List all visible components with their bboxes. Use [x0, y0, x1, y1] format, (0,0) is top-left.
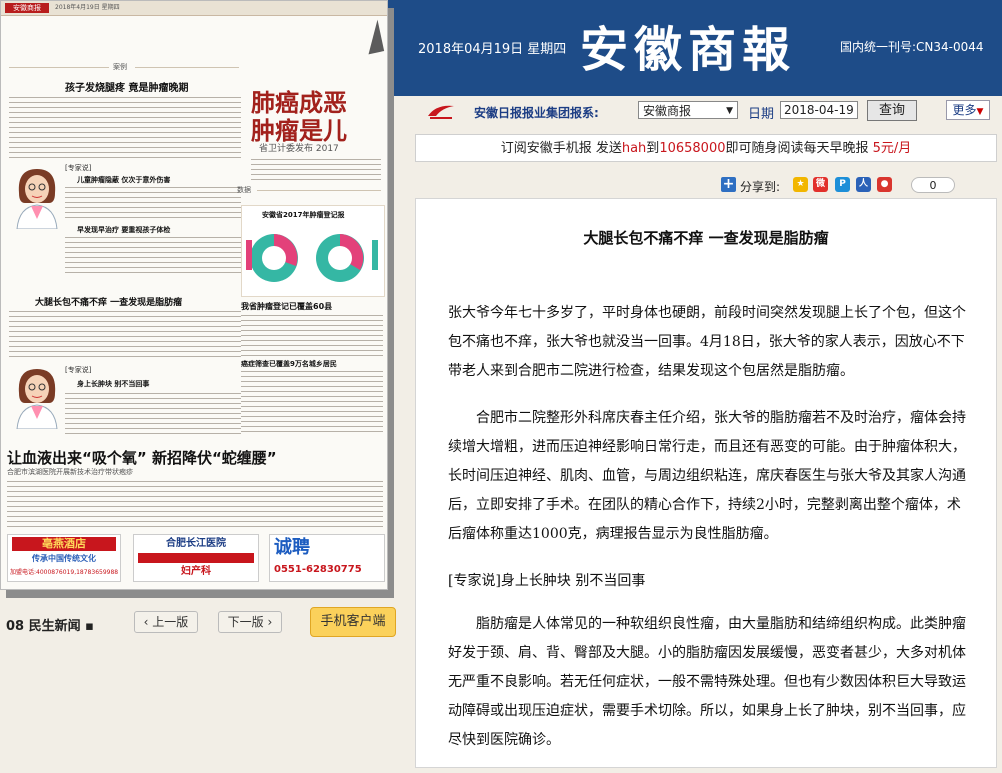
thumb-text-block: [65, 391, 241, 435]
divider: [257, 190, 381, 191]
thumb-text-block: [241, 369, 383, 435]
sina-icon[interactable]: ●: [877, 177, 892, 192]
thumb-banner-title[interactable]: 让血液出来“吸个氧” 新招降伏“蛇缠腰”: [7, 447, 277, 468]
next-page-button[interactable]: 下一版 ›: [218, 611, 282, 633]
article-panel: 大腿长包不痛不痒 一查发现是脂肪瘤 张大爷今年七十多岁了，平时身体也硬朗，前段时…: [415, 198, 997, 768]
thumb-big-subtitle: 省卫计委发布 2017: [259, 144, 339, 154]
thumb-expert-label-1: [专家说]: [65, 164, 92, 172]
promo-text-1: 订阅安徽手机报 发送: [500, 141, 622, 156]
weibo-icon[interactable]: 微: [813, 177, 828, 192]
prev-page-button[interactable]: ‹ 上一版: [134, 611, 198, 633]
thumb-text-block: [9, 309, 241, 359]
date-input[interactable]: 2018-04-19: [780, 101, 858, 119]
thumb-headline-2[interactable]: 大腿长包不痛不痒 一查发现是脂肪瘤: [35, 295, 182, 308]
divider: [135, 67, 239, 68]
thumb-banner-subtitle: 合肥市滨湖医院开展新技术治疗带状疱疹: [7, 468, 133, 476]
more-label: 更多: [952, 103, 977, 117]
paper-selector-bar: 安徽日报报业集团报系: 安徽商报 ▼ 日期 2018-04-19 查询 更多▼: [418, 100, 998, 124]
prev-page-label: 上一版: [152, 615, 189, 629]
ad-wine-title: 亳燕酒店: [12, 537, 116, 551]
page-label: 08 民生新闻 ▪: [6, 619, 94, 634]
share-plus-icon[interactable]: +: [721, 177, 736, 192]
share-count: 0: [911, 177, 955, 193]
section-case-label: 案例: [113, 63, 127, 71]
article-title: 大腿长包不痛不痒 一查发现是脂肪瘤: [583, 229, 829, 247]
promo-code: hah: [621, 141, 647, 156]
thumb-subhead-2: 早发现早治疗 要重视孩子体检: [77, 226, 171, 234]
thumb-text-block: [241, 313, 383, 357]
qzone-icon[interactable]: ★: [793, 177, 808, 192]
newspaper-page-thumbnail[interactable]: 安徽商报 2018年4月19日 星期四 案例 孩子发烧腿疼 竟是肿瘤晚期 [专家…: [0, 0, 388, 590]
query-button[interactable]: 查询: [867, 100, 917, 121]
ad-wine-phone: 加盟电话:4000876019,18783659988: [10, 569, 118, 576]
thumb-chart-title: 安徽省2017年肿瘤登记报: [262, 211, 345, 219]
paper-header-date: 2018年4月19日 星期四: [55, 4, 120, 11]
thumb-text-block: [7, 479, 383, 531]
page-navigation: 08 民生新闻 ▪ ‹ 上一版 下一版 › 手机客户端: [0, 607, 410, 637]
thumb-subhead-1: 儿童肿瘤隐蔽 仅次于意外伤害: [77, 176, 171, 184]
paper-brand: 安徽商报: [5, 3, 49, 13]
thumb-subhead-3: 身上长肿块 别不当回事: [77, 380, 150, 388]
paper-select[interactable]: 安徽商报 ▼: [638, 101, 738, 119]
group-logo-icon: [428, 105, 454, 119]
mobile-client-button[interactable]: 手机客户端: [310, 607, 396, 637]
ad-wine-sub: 传承中国传统文化: [32, 554, 96, 563]
section-data-label: 数据: [237, 186, 251, 194]
doctor-illustration-2: [11, 363, 63, 430]
article-paragraph-3: 脂肪瘤是人体常见的一种软组织良性瘤，由大量脂肪和结缔组织构成。此类肿瘤好发于颈、…: [448, 616, 966, 748]
ad-hiring-phone: 0551-62830775: [274, 564, 362, 575]
doctor-illustration-1: [11, 163, 63, 230]
article-body: 张大爷今年七十多岁了，平时身体也硬朗，前段时间突然发现腿上长了个包，但这个包不痛…: [448, 299, 970, 773]
promo-number: 10658000: [659, 141, 726, 156]
article-subhead: [专家说]身上长肿块 别不当回事: [448, 573, 646, 589]
thumb-text-block: [65, 235, 241, 275]
date-label: 日期: [748, 107, 775, 122]
promo-text-2: 到: [646, 141, 660, 156]
promo-price: 5元/月: [872, 141, 912, 156]
ad-hospital-sub: 妇产科: [181, 566, 211, 577]
thumb-text-block: [251, 157, 381, 183]
paper-select-value: 安徽商报: [643, 104, 692, 118]
article-paragraph-2: 合肥市二院整形外科席庆春主任介绍，张大爷的脂肪瘤若不及时治疗，瘤体会持续增大增粗…: [448, 410, 966, 542]
more-button[interactable]: 更多▼: [946, 100, 990, 120]
thumb-text-block: [9, 95, 241, 159]
thumb-ad-hiring[interactable]: 诚聘 0551-62830775: [269, 534, 385, 582]
masthead-title: 安徽商報: [580, 22, 797, 78]
group-label: 安徽日报报业集团报系:: [474, 106, 599, 120]
thumb-ad-wine[interactable]: 亳燕酒店 传承中国传统文化 加盟电话:4000876019,1878365998…: [7, 534, 121, 582]
mobile-subscription-promo: 订阅安徽手机报 发送hah到10658000即可随身阅读每天早晚报 5元/月: [415, 134, 997, 162]
chevron-down-icon: ▼: [726, 106, 733, 116]
tencent-weibo-icon[interactable]: P: [835, 177, 850, 192]
next-page-label: 下一版: [227, 615, 264, 629]
renren-icon[interactable]: 人: [856, 177, 871, 192]
thumb-data-chart: 安徽省2017年肿瘤登记报: [241, 205, 385, 297]
thumb-news-head-2: 癌症筛查已覆盖9万名城乡居民: [241, 360, 337, 368]
divider: [9, 67, 109, 68]
page-curl-icon: [361, 19, 385, 55]
caret-down-icon: ▼: [976, 107, 984, 117]
promo-text-3: 即可随身阅读每天早晚报: [725, 141, 873, 156]
share-bar: + 分享到: ★ 微 P 人 ● 0: [415, 174, 997, 196]
paper-header: 安徽商报 2018年4月19日 星期四: [1, 1, 387, 16]
thumb-ad-hospital[interactable]: 合肥长江医院 妇产科: [133, 534, 259, 582]
ad-hospital-stripe: [138, 553, 254, 563]
thumb-news-head-1: 我省肿瘤登记已覆盖60县: [241, 302, 333, 311]
ad-hiring-title: 诚聘: [274, 537, 310, 558]
thumb-headline-1[interactable]: 孩子发烧腿疼 竟是肿瘤晚期: [65, 79, 188, 94]
masthead-date: 2018年04月19日 星期四: [418, 42, 567, 57]
ad-hospital-title: 合肥长江医院: [166, 538, 226, 549]
article-paragraph-1: 张大爷今年七十多岁了，平时身体也硬朗，前段时间突然发现腿上长了个包，但这个包不痛…: [448, 305, 966, 379]
thumb-expert-label-2: [专家说]: [65, 366, 92, 374]
share-label: 分享到:: [740, 180, 781, 194]
thumb-text-block: [65, 185, 241, 221]
masthead-code: 国内统一刊号:CN34-0044: [840, 40, 984, 54]
